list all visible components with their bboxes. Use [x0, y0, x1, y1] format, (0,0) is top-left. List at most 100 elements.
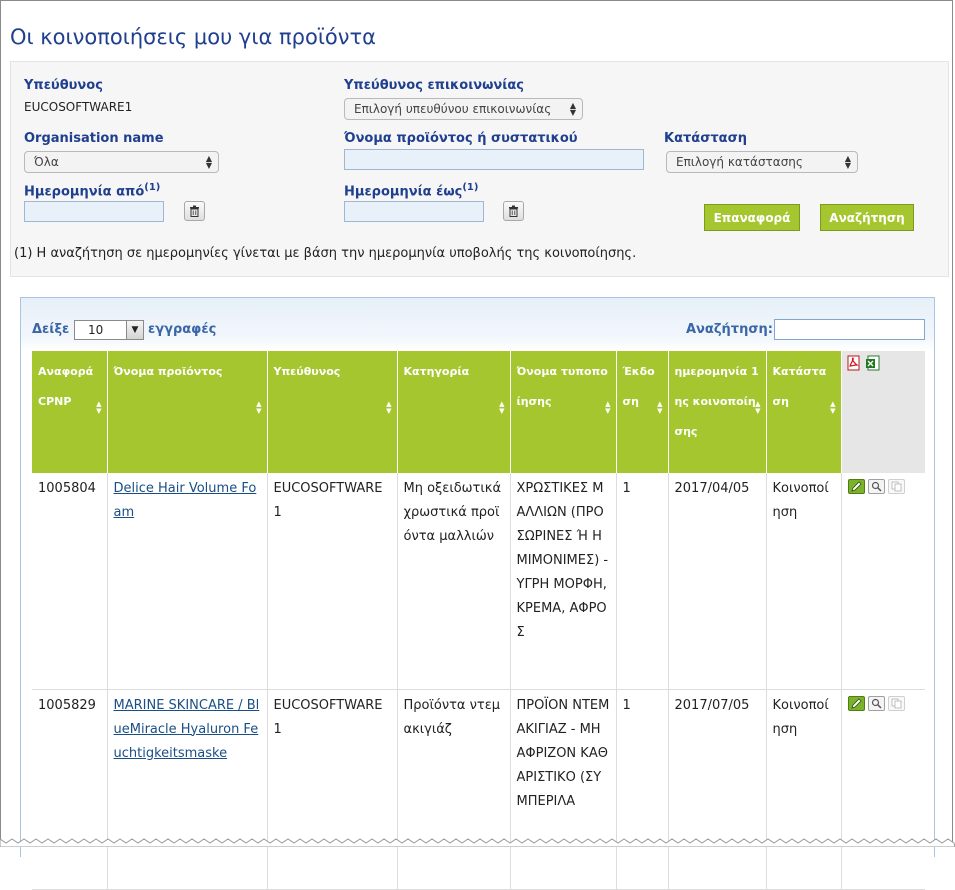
- table-search-input[interactable]: [774, 319, 925, 340]
- trash-icon: [190, 205, 199, 217]
- records-label: εγγραφές: [148, 322, 217, 337]
- responsible-value: EUCOSOFTWARE1: [24, 100, 133, 114]
- row-actions: [847, 479, 905, 494]
- col-header-first-date[interactable]: ημερομηνία 1ης κοινοποίησης ▲ ▼: [668, 351, 767, 473]
- copy-icon[interactable]: [887, 479, 905, 494]
- col-header-label: Όνομα τυποποίησης: [516, 365, 608, 408]
- select-arrows-icon: ▲ ▼: [844, 154, 851, 170]
- product-link[interactable]: Delice Hair Volume Foam: [114, 481, 257, 520]
- footnote-mark: (1): [462, 182, 479, 193]
- date-to-label: Ημερομηνία έως(1): [344, 182, 478, 199]
- sort-icon: ▲ ▼: [755, 400, 761, 415]
- cell-formulation: ΠΡΟΪΟΝ ΝΤΕΜΑΚΙΓΙΑΖ - ΜΗ ΑΦΡΙΖΟΝ ΚΑΘΑΡΙΣΤ…: [510, 689, 617, 890]
- cell-first-date: 2017/07/05: [668, 689, 767, 890]
- col-header-label: ημερομηνία 1ης κοινοποίησης: [674, 365, 759, 438]
- page-title: Οι κοινοποιήσεις μου για προϊόντα: [10, 25, 376, 49]
- clear-date-to-button[interactable]: [503, 201, 524, 221]
- cell-status: Κοινοποίηση: [766, 689, 842, 890]
- table-search-label: Αναζήτηση:: [686, 322, 773, 337]
- table-row: 1005829 MARINE SKINCARE / BlueMiracle Hy…: [32, 689, 925, 890]
- col-header-category[interactable]: Κατηγορία ▲ ▼: [397, 351, 511, 473]
- col-header-label: Όνομα προϊόντος: [113, 365, 223, 378]
- cell-status: Κοινοποίηση: [766, 473, 842, 690]
- edit-icon[interactable]: [847, 695, 865, 711]
- cell-responsible: EUCOSOFTWARE1: [267, 473, 398, 690]
- table-row: 1005804 Delice Hair Volume Foam EUCOSOFT…: [32, 473, 925, 690]
- date-from-label-text: Ημερομηνία από: [24, 184, 145, 200]
- results-panel: Δείξε 10 ▼ εγγραφές Αναζήτηση: Αναφορά C…: [20, 297, 935, 890]
- contact-select[interactable]: Επιλογή υπευθύνου επικοινωνίας ▲ ▼: [344, 98, 583, 120]
- cell-product: MARINE SKINCARE / BlueMiracle Hyaluron F…: [107, 689, 268, 890]
- col-header-label: Υπεύθυνος: [273, 365, 341, 378]
- page-length-value: 10: [88, 323, 104, 337]
- cell-category: Μη οξειδωτικά χρωστικά προϊόντα μαλλιών: [397, 473, 511, 690]
- copy-icon[interactable]: [887, 695, 905, 711]
- col-header-label: Αναφορά CPNP: [38, 365, 94, 408]
- dropdown-arrow-icon: ▼: [126, 321, 143, 339]
- org-select-value: Όλα: [34, 155, 59, 169]
- sort-icon: ▲ ▼: [830, 400, 836, 415]
- col-header-label: Κατάσταση: [772, 365, 827, 408]
- responsible-label: Υπεύθυνος: [24, 78, 103, 93]
- date-to-label-text: Ημερομηνία έως: [344, 184, 463, 200]
- cell-actions: [841, 473, 925, 690]
- show-label: Δείξε: [32, 322, 70, 337]
- cell-product: Delice Hair Volume Foam: [107, 473, 268, 690]
- date-from-input[interactable]: [24, 201, 164, 222]
- date-to-input[interactable]: [344, 201, 484, 222]
- sort-icon: ▲ ▼: [499, 400, 505, 415]
- row-actions: [847, 695, 905, 711]
- cell-version: 1: [616, 689, 669, 890]
- col-header-label: Έκδοση: [622, 365, 655, 408]
- col-header-formulation[interactable]: Όνομα τυποποίησης ▲ ▼: [510, 351, 617, 473]
- status-select-value: Επιλογή κατάστασης: [676, 155, 803, 169]
- col-header-status[interactable]: Κατάσταση ▲ ▼: [766, 351, 842, 473]
- search-button[interactable]: Αναζήτηση: [820, 204, 914, 231]
- cell-first-date: 2017/04/05: [668, 473, 767, 690]
- col-header-cpnp[interactable]: Αναφορά CPNP ▲ ▼: [32, 351, 108, 473]
- sort-icon: ▲ ▼: [657, 400, 663, 415]
- footnote-mark: (1): [144, 182, 161, 193]
- notifications-table: Αναφορά CPNP ▲ ▼ Όνομα προϊόντος ▲ ▼ Υπεύθυν…: [32, 351, 925, 890]
- select-arrows-icon: ▲ ▼: [569, 101, 576, 117]
- cell-cpnp: 1005804: [32, 473, 108, 690]
- col-header-product[interactable]: Όνομα προϊόντος ▲ ▼: [107, 351, 268, 473]
- col-header-tools: [841, 351, 925, 473]
- cell-category: Προϊόντα ντεμακιγιάζ: [397, 689, 511, 890]
- cell-formulation: ΧΡΩΣΤΙΚΕΣ ΜΑΛΛΙΩΝ (ΠΡΟΣΩΡΙΝΕΣ Ή ΗΜΙΜΟΝΙΜ…: [510, 473, 617, 690]
- sort-icon: ▲ ▼: [96, 400, 102, 415]
- cell-actions: [841, 689, 925, 890]
- pdf-export-icon[interactable]: [846, 353, 862, 383]
- status-select[interactable]: Επιλογή κατάστασης ▲ ▼: [666, 151, 858, 173]
- cell-version: 1: [616, 473, 669, 690]
- col-header-version[interactable]: Έκδοση ▲ ▼: [616, 351, 669, 473]
- org-label: Organisation name: [24, 131, 164, 146]
- torn-edge: [0, 838, 955, 847]
- table-header-row: Αναφορά CPNP ▲ ▼ Όνομα προϊόντος ▲ ▼ Υπεύθυν…: [32, 351, 925, 473]
- col-header-label: Κατηγορία: [403, 365, 470, 378]
- contact-label: Υπεύθυνος επικοινωνίας: [344, 78, 524, 93]
- excel-export-icon[interactable]: [865, 353, 881, 383]
- magnifier-icon[interactable]: [867, 695, 885, 711]
- cell-cpnp: 1005829: [32, 689, 108, 890]
- edit-icon[interactable]: [847, 479, 865, 494]
- page-length-select[interactable]: 10 ▼: [74, 320, 144, 340]
- cell-responsible: EUCOSOFTWARE1: [267, 689, 398, 890]
- results-panel-inner: Δείξε 10 ▼ εγγραφές Αναζήτηση: Αναφορά C…: [21, 298, 934, 890]
- reset-button[interactable]: Επαναφορά: [704, 204, 800, 231]
- org-select[interactable]: Όλα ▲ ▼: [24, 151, 219, 173]
- contact-select-value: Επιλογή υπευθύνου επικοινωνίας: [354, 102, 552, 116]
- date-search-note: (1) Η αναζήτηση σε ημερομηνίες γίνεται μ…: [14, 246, 637, 261]
- product-label: Όνομα προϊόντος ή συστατικού: [344, 131, 578, 146]
- clear-date-from-button[interactable]: [184, 201, 205, 221]
- trash-icon: [509, 205, 518, 217]
- sort-icon: ▲ ▼: [605, 400, 611, 415]
- col-header-responsible[interactable]: Υπεύθυνος ▲ ▼: [267, 351, 398, 473]
- status-label: Κατάσταση: [664, 131, 747, 146]
- product-input[interactable]: [344, 149, 644, 170]
- select-arrows-icon: ▲ ▼: [205, 154, 212, 170]
- date-from-label: Ημερομηνία από(1): [24, 182, 160, 199]
- sort-icon: ▲ ▼: [256, 400, 262, 415]
- magnifier-icon[interactable]: [867, 479, 885, 494]
- product-link[interactable]: MARINE SKINCARE / BlueMiracle Hyaluron F…: [114, 698, 260, 761]
